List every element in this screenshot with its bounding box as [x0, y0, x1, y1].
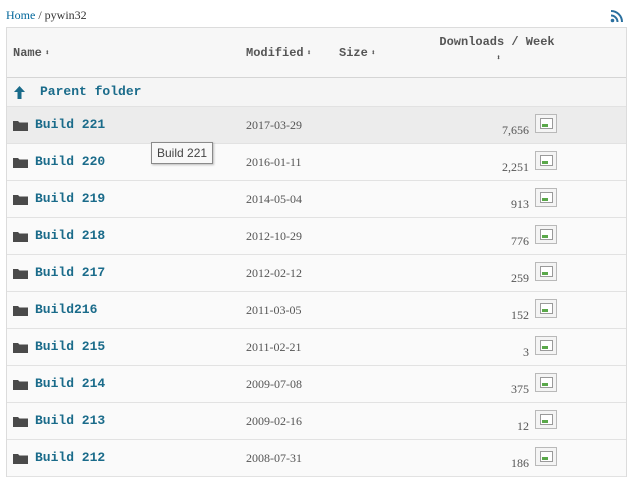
broken-image-icon [540, 155, 553, 166]
folder-icon [13, 232, 28, 242]
folder-icon [13, 306, 28, 316]
table-row[interactable]: Build 214 2009-07-08 375 [7, 366, 626, 403]
table-row[interactable]: Build 213 2009-02-16 12 [7, 403, 626, 440]
download-chart-button[interactable] [535, 410, 557, 429]
folder-icon [13, 380, 28, 390]
broken-image-icon [540, 266, 553, 277]
folder-link[interactable]: Build 221 [35, 117, 105, 132]
parent-folder-link[interactable]: Parent folder [40, 84, 141, 99]
modified-date: 2012-02-12 [246, 266, 302, 280]
folder-link[interactable]: Build 218 [35, 228, 105, 243]
downloads-count: 776 [511, 234, 529, 248]
broken-image-icon [540, 340, 553, 351]
table-row[interactable]: Build216 2011-03-05 152 [7, 292, 626, 329]
breadcrumb: Home / pywin32 [6, 8, 87, 23]
modified-date: 2011-02-21 [246, 340, 302, 354]
modified-date: 2008-07-31 [246, 451, 302, 465]
broken-image-icon [540, 451, 553, 462]
sort-icon: ⬍ [496, 54, 501, 63]
folder-link[interactable]: Build 219 [35, 191, 105, 206]
folder-link[interactable]: Build 214 [35, 376, 105, 391]
modified-date: 2014-05-04 [246, 192, 302, 206]
breadcrumb-current: pywin32 [44, 8, 87, 22]
folder-link[interactable]: Build 213 [35, 413, 105, 428]
modified-date: 2016-01-11 [246, 155, 302, 169]
downloads-count: 186 [511, 456, 529, 470]
file-table: Name ⬍ Modified ⬍ Size ⬍ Downloads / Week ⬍… [6, 27, 627, 477]
column-header-size[interactable]: Size ⬍ [339, 46, 376, 60]
modified-date: 2011-03-05 [246, 303, 302, 317]
breadcrumb-separator: / [38, 8, 42, 22]
broken-image-icon [540, 229, 553, 240]
table-row[interactable]: Build 215 2011-02-21 3 [7, 329, 626, 366]
broken-image-icon [540, 414, 553, 425]
modified-date: 2009-07-08 [246, 377, 302, 391]
breadcrumb-home-link[interactable]: Home [6, 8, 35, 22]
table-row[interactable]: Build 212 2008-07-31 186 [7, 440, 626, 477]
arrow-up-icon [14, 86, 25, 99]
download-chart-button[interactable] [535, 151, 557, 170]
download-chart-button[interactable] [535, 447, 557, 466]
tooltip: Build 221 [151, 142, 214, 164]
table-row[interactable]: Build 220 2016-01-11 2,251 [7, 144, 626, 181]
table-header: Name ⬍ Modified ⬍ Size ⬍ Downloads / Week ⬍ [7, 27, 626, 78]
column-downloads-label: Downloads / Week [439, 35, 555, 49]
folder-icon [13, 195, 28, 205]
download-chart-button[interactable] [535, 188, 557, 207]
folder-link[interactable]: Build 220 [35, 154, 105, 169]
column-name-label: Name [13, 46, 42, 60]
broken-image-icon [540, 377, 553, 388]
downloads-count: 375 [511, 382, 529, 396]
downloads-count: 2,251 [502, 160, 529, 174]
column-size-label: Size [339, 46, 368, 60]
downloads-count: 913 [511, 197, 529, 211]
parent-folder-row[interactable]: Parent folder [7, 78, 626, 107]
folder-icon [13, 158, 28, 168]
downloads-count: 3 [523, 345, 529, 359]
folder-link[interactable]: Build 215 [35, 339, 105, 354]
folder-icon [13, 417, 28, 427]
downloads-count: 12 [517, 419, 529, 433]
column-header-downloads[interactable]: Downloads / Week ⬍ [432, 35, 562, 63]
column-header-name[interactable]: Name ⬍ [13, 46, 50, 60]
broken-image-icon [540, 303, 553, 314]
folder-icon [13, 454, 28, 464]
table-row[interactable]: Build 217 2012-02-12 259 [7, 255, 626, 292]
table-row[interactable]: Build 218 2012-10-29 776 [7, 218, 626, 255]
folder-link[interactable]: Build216 [35, 302, 97, 317]
download-chart-button[interactable] [535, 373, 557, 392]
downloads-count: 152 [511, 308, 529, 322]
sort-icon: ⬍ [370, 49, 376, 58]
download-chart-button[interactable] [535, 114, 557, 133]
folder-icon [13, 121, 28, 131]
column-header-modified[interactable]: Modified ⬍ [246, 46, 311, 60]
folder-icon [13, 269, 28, 279]
rss-icon[interactable] [610, 9, 624, 23]
sort-icon: ⬍ [44, 49, 50, 58]
download-chart-button[interactable] [535, 336, 557, 355]
modified-date: 2017-03-29 [246, 118, 302, 132]
downloads-count: 7,656 [502, 123, 529, 137]
column-modified-label: Modified [246, 46, 304, 60]
table-row[interactable]: Build 219 2014-05-04 913 [7, 181, 626, 218]
folder-link[interactable]: Build 212 [35, 450, 105, 465]
folder-icon [13, 343, 28, 353]
download-chart-button[interactable] [535, 299, 557, 318]
folder-link[interactable]: Build 217 [35, 265, 105, 280]
download-chart-button[interactable] [535, 262, 557, 281]
broken-image-icon [540, 118, 553, 129]
modified-date: 2009-02-16 [246, 414, 302, 428]
broken-image-icon [540, 192, 553, 203]
modified-date: 2012-10-29 [246, 229, 302, 243]
rows-container: Build 221 2017-03-29 7,656 Build 220 2016-01… [7, 107, 626, 477]
download-chart-button[interactable] [535, 225, 557, 244]
sort-icon: ⬍ [306, 49, 312, 58]
downloads-count: 259 [511, 271, 529, 285]
table-row[interactable]: Build 221 2017-03-29 7,656 [7, 107, 626, 144]
